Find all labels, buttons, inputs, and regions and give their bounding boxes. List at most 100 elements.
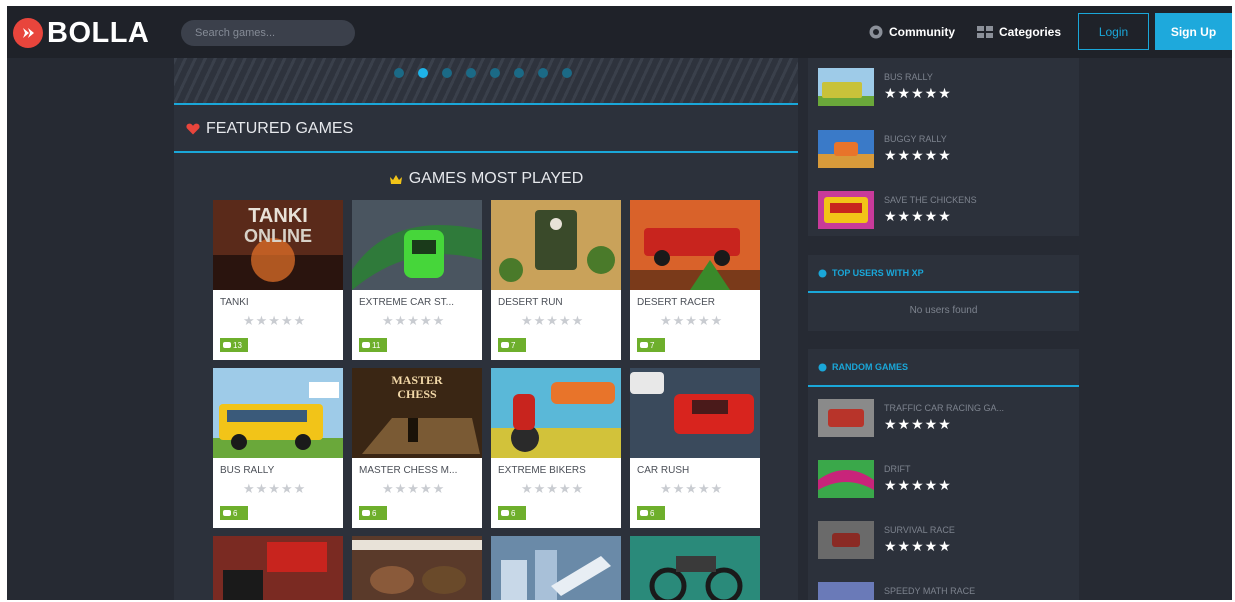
carousel-dot[interactable] [562,68,572,78]
game-card[interactable]: EXTREME CAR ST... ★★★★★ 11 [352,200,482,360]
game-title: DESERT RACER [637,297,715,308]
login-button[interactable]: Login [1078,13,1149,50]
svg-text:CHESS: CHESS [397,387,437,401]
random-game-name: SURVIVAL RACE [884,525,955,535]
game-card[interactable] [213,536,343,600]
carousel-dot[interactable] [466,68,476,78]
game-thumbnail[interactable] [213,536,343,600]
controller-icon [223,342,231,348]
random-game-name: DRIFT [884,464,911,474]
top-users-panel: TOP USERS WITH XP No users found [808,255,1079,331]
community-link[interactable]: Community [869,22,955,42]
top-game-thumbnail[interactable] [818,130,874,168]
game-thumbnail[interactable]: TANKI ONLINE [213,200,343,290]
controller-icon [362,342,370,348]
top-game-thumbnail[interactable] [818,68,874,106]
hero-carousel[interactable] [174,58,798,105]
random-game-thumbnail[interactable] [818,460,874,498]
game-card[interactable] [491,536,621,600]
top-header: BOLLA Community Categories Login Sign Up [7,6,1232,58]
game-card[interactable]: MASTER CHESS MASTER CHESS M... ★★★★★ 6 [352,368,482,528]
play-count-badge: 7 [637,338,665,352]
controller-icon [640,342,648,348]
random-game-item[interactable]: TRAFFIC CAR RACING GA... ★★★★★ [818,399,1078,439]
play-count-badge: 13 [220,338,248,352]
game-thumbnail[interactable] [491,368,621,458]
game-card[interactable] [352,536,482,600]
top-game-name: SAVE THE CHICKENS [884,195,977,205]
search-input[interactable] [181,20,355,46]
game-card[interactable]: DESERT RUN ★★★★★ 7 [491,200,621,360]
game-thumbnail[interactable] [630,368,760,458]
game-thumbnail[interactable] [213,368,343,458]
svg-text:MASTER: MASTER [391,373,443,387]
carousel-dot[interactable] [442,68,452,78]
crown-icon [389,174,402,184]
game-card[interactable] [630,536,760,600]
heart-icon [186,123,200,135]
top-game-item[interactable]: BUS RALLY ★★★★★ [818,68,1078,108]
game-card[interactable]: TANKI ONLINE TANKI ★★★★★ 13 [213,200,343,360]
random-game-thumbnail[interactable] [818,399,874,437]
carousel-dot[interactable] [514,68,524,78]
categories-grid-icon [977,26,993,38]
svg-text:TANKI: TANKI [248,205,308,227]
top-game-name: BUS RALLY [884,72,933,82]
game-thumbnail[interactable] [491,536,621,600]
game-rating: ★★★★★ [382,313,446,328]
most-played-title: GAMES MOST PLAYED [408,170,584,187]
random-game-thumbnail[interactable] [818,521,874,559]
game-thumbnail[interactable] [352,536,482,600]
play-count-badge: 6 [359,506,387,520]
random-games-header: RANDOM GAMES [808,349,1079,387]
play-count-badge: 6 [220,506,248,520]
game-card[interactable]: CAR RUSH ★★★★★ 6 [630,368,760,528]
game-rating: ★★★★★ [243,313,307,328]
random-game-item[interactable]: SURVIVAL RACE ★★★★★ [818,521,1078,561]
play-count: 6 [233,508,238,518]
random-game-rating: ★★★★★ [884,416,952,432]
top-game-thumbnail[interactable] [818,191,874,229]
logo-play-icon [13,18,43,48]
game-rating: ★★★★★ [243,481,307,496]
top-game-item[interactable]: SAVE THE CHICKENS ★★★★★ [818,191,1078,231]
carousel-dot[interactable] [538,68,548,78]
carousel-dot[interactable] [394,68,404,78]
game-thumbnail[interactable] [491,200,621,290]
random-game-thumbnail[interactable] [818,582,874,600]
random-game-item[interactable]: SPEEDY MATH RACE [818,582,1078,600]
random-game-item[interactable]: DRIFT ★★★★★ [818,460,1078,500]
categories-label: Categories [999,25,1062,39]
game-thumbnail[interactable] [630,536,760,600]
top-users-header: TOP USERS WITH XP [808,255,1079,293]
controller-icon [223,510,231,516]
categories-link[interactable]: Categories [977,22,1061,42]
game-thumbnail[interactable] [630,200,760,290]
main-content: FEATURED GAMES GAMES MOST PLAYED TANKI ON… [174,58,798,600]
game-card[interactable]: DESERT RACER ★★★★★ 7 [630,200,760,360]
top-game-rating: ★★★★★ [884,147,952,163]
top-game-rating: ★★★★★ [884,208,952,224]
carousel-dot[interactable] [490,68,500,78]
game-card[interactable]: BUS RALLY ★★★★★ 6 [213,368,343,528]
game-title: BUS RALLY [220,465,275,476]
game-title: DESERT RUN [498,297,563,308]
svg-text:ONLINE: ONLINE [244,226,312,246]
game-rating: ★★★★★ [660,313,724,328]
featured-title: FEATURED GAMES [206,120,354,137]
game-thumbnail[interactable] [352,200,482,290]
game-thumbnail[interactable]: MASTER CHESS [352,368,482,458]
carousel-dot[interactable] [418,68,428,78]
game-title: EXTREME CAR ST... [359,297,455,308]
game-rating: ★★★★★ [382,481,446,496]
game-rating: ★★★★★ [521,481,585,496]
logo-text: BOLLA [47,16,150,49]
site-logo[interactable]: BOLLA [13,16,149,50]
top-game-item[interactable]: BUGGY RALLY ★★★★★ [818,130,1078,170]
page-frame: BOLLA Community Categories Login Sign Up [7,6,1232,600]
community-label: Community [889,25,955,39]
signup-button[interactable]: Sign Up [1155,13,1232,50]
top-games-panel: BUS RALLY ★★★★★ BUGGY RALLY ★★★★★ SAVE T… [808,58,1079,236]
game-card[interactable]: EXTREME BIKERS ★★★★★ 6 [491,368,621,528]
random-games-panel: RANDOM GAMES TRAFFIC CAR RACING GA... ★★… [808,349,1079,600]
